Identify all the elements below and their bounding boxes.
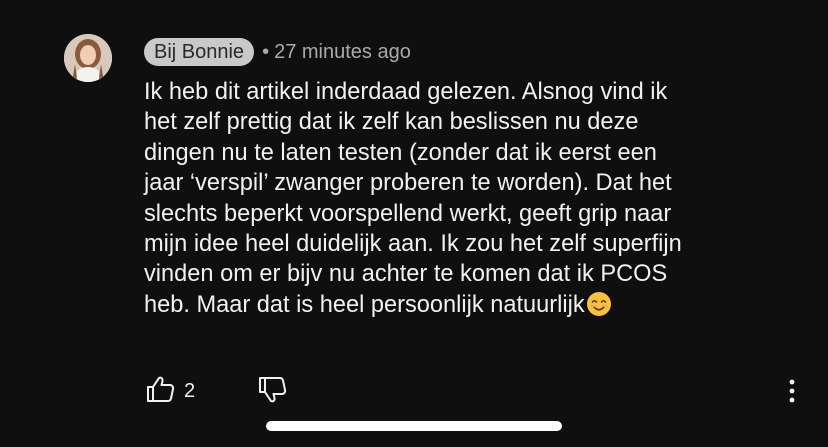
smiling-face-emoji-icon bbox=[586, 291, 612, 317]
like-count: 2 bbox=[184, 379, 196, 402]
dislike-button[interactable] bbox=[258, 376, 288, 409]
comment-text-line: mijn idee heel duidelijk aan. Ik zou het… bbox=[144, 231, 682, 258]
like-button[interactable]: 2 bbox=[146, 375, 195, 408]
comment-text-line: vinden om er bijv nu achter te komen dat… bbox=[144, 261, 668, 288]
comment-text-line: slechts beperkt voorspellend werkt, geef… bbox=[144, 200, 672, 227]
vertical-dots-icon bbox=[782, 379, 802, 410]
comment-text-line-last: heb. Maar dat is heel persoonlijk natuur… bbox=[144, 290, 784, 320]
thumbs-up-icon bbox=[146, 375, 176, 408]
comment-header: Bij Bonnie • 27 minutes ago bbox=[144, 37, 411, 67]
comment-text-line: het zelf prettig dat ik zelf kan besliss… bbox=[144, 109, 639, 136]
comment-actions: 2 bbox=[146, 375, 287, 408]
comment-card: Bij Bonnie • 27 minutes ago Ik heb dit a… bbox=[0, 0, 828, 447]
avatar[interactable] bbox=[64, 34, 112, 82]
separator-dot: • bbox=[262, 40, 270, 63]
comment-text-line: heb. Maar dat is heel persoonlijk natuur… bbox=[144, 291, 585, 318]
comment-timestamp[interactable]: 27 minutes ago bbox=[274, 41, 411, 64]
comment-text: Ik heb dit artikel inderdaad gelezen. Al… bbox=[144, 77, 784, 320]
comment-text-line: jaar ‘verspil’ zwanger proberen te worde… bbox=[144, 170, 672, 197]
comment-text-line: dingen nu te laten testen (zonder dat ik… bbox=[144, 139, 657, 166]
thumbs-down-icon bbox=[258, 377, 288, 408]
comment-text-line: Ik heb dit artikel inderdaad gelezen. Al… bbox=[144, 79, 668, 105]
more-options-button[interactable] bbox=[782, 378, 802, 406]
author-name[interactable]: Bij Bonnie bbox=[144, 38, 255, 66]
home-indicator[interactable] bbox=[266, 421, 562, 431]
